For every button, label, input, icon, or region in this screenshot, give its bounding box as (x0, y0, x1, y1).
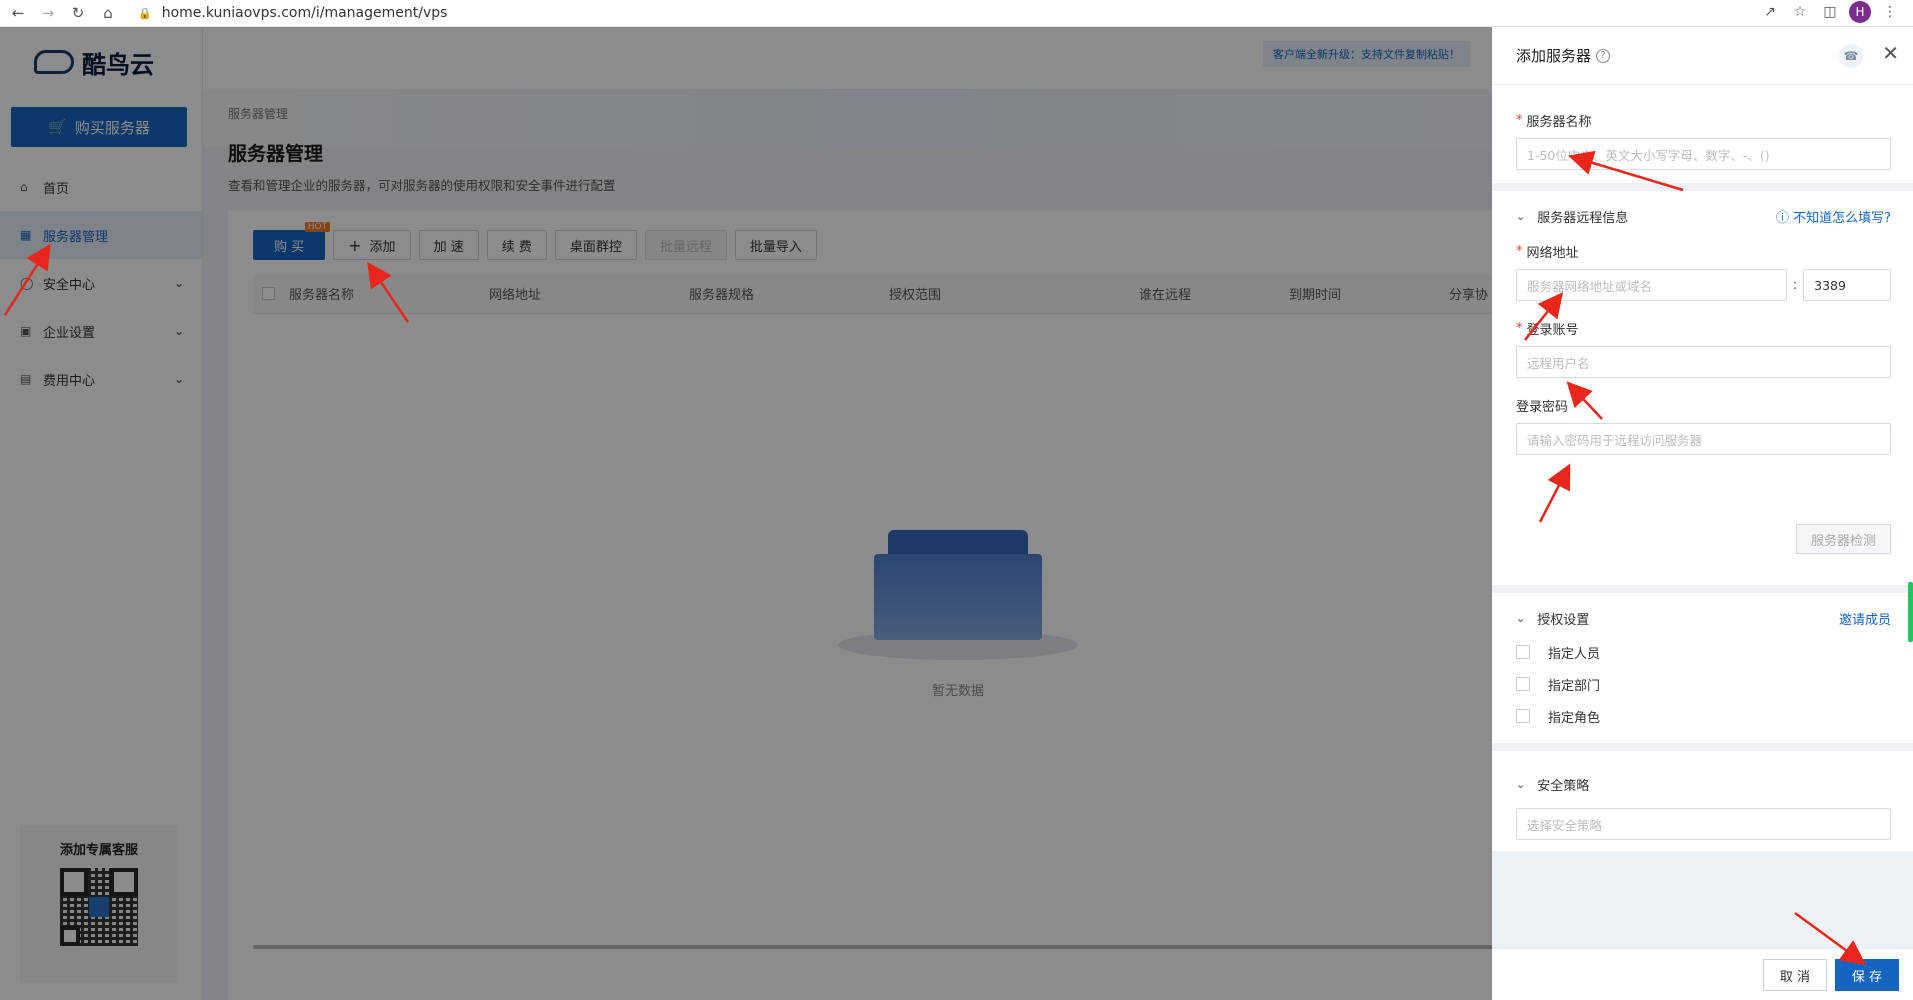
password-input[interactable]: 请输入密码用于远程访问服务器 (1516, 423, 1891, 455)
account-label: * 登录账号 (1516, 321, 1579, 338)
drawer-header: 添加服务器 ? ☎ ✕ (1492, 27, 1913, 85)
address-label: * 网络地址 (1516, 244, 1579, 261)
password-label: 登录密码 (1516, 400, 1569, 415)
chevron-down-icon: ⌄ (1516, 210, 1526, 223)
drawer-title: 添加服务器 (1516, 47, 1592, 65)
back-icon[interactable]: ← (6, 1, 30, 25)
port-separator: : (1792, 277, 1798, 293)
modal-overlay[interactable] (0, 27, 1492, 1000)
security-policy-select[interactable]: 选择安全策略 (1516, 808, 1891, 840)
reload-icon[interactable]: ↻ (66, 1, 90, 25)
close-icon[interactable]: ✕ (1882, 41, 1899, 65)
browser-toolbar: ← → ↻ ⌂ 🔒 home.kuniaovps.com/i/managemen… (0, 0, 1913, 27)
security-section-title[interactable]: ⌄ 安全策略 (1516, 775, 1891, 794)
chevron-down-icon: ⌄ (1516, 612, 1526, 625)
menu-dots-icon[interactable]: ⋮ (1875, 4, 1905, 20)
assign-person-checkbox[interactable]: 指定人员 (1516, 636, 1891, 668)
home-icon[interactable]: ⌂ (96, 1, 120, 25)
security-policy-section: ⌄ 安全策略 选择安全策略 (1492, 751, 1913, 851)
assign-department-checkbox[interactable]: 指定部门 (1516, 668, 1891, 700)
save-button[interactable]: 保 存 (1835, 959, 1899, 991)
server-detect-button[interactable]: 服务器检测 (1795, 524, 1891, 554)
profile-avatar[interactable]: H (1849, 1, 1871, 23)
invite-member-link[interactable]: 邀请成员 (1839, 609, 1891, 628)
port-input[interactable]: 3389 (1803, 269, 1891, 301)
remote-info-section: ⌄ 服务器远程信息 ⓘ 不知道怎么填写? * 网络地址 服务器网络地址或域名 : … (1492, 191, 1913, 585)
chevron-down-icon: ⌄ (1516, 778, 1526, 791)
server-name-label: * 服务器名称 (1516, 113, 1592, 130)
address-bar[interactable]: 🔒 home.kuniaovps.com/i/management/vps (138, 0, 447, 27)
auth-section: ⌄ 授权设置 邀请成员 指定人员 指定部门 指定角色 (1492, 593, 1913, 743)
add-server-drawer: 添加服务器 ? ☎ ✕ * 服务器名称 1-50位中文、英文大小写字母、数字、-、… (1492, 27, 1913, 1000)
sidepanel-icon[interactable]: ◫ (1815, 4, 1845, 20)
address-input[interactable]: 服务器网络地址或域名 (1516, 269, 1787, 301)
headset-icon[interactable]: ☎ (1839, 44, 1863, 68)
assign-role-checkbox[interactable]: 指定角色 (1516, 700, 1891, 732)
help-icon[interactable]: ? (1596, 48, 1611, 63)
server-name-input[interactable]: 1-50位中文、英文大小写字母、数字、-、() (1516, 138, 1891, 170)
auth-section-title[interactable]: ⌄ 授权设置 (1516, 609, 1891, 628)
side-scroll-indicator (1908, 582, 1913, 642)
cancel-button[interactable]: 取 消 (1763, 959, 1827, 991)
account-input[interactable]: 远程用户名 (1516, 346, 1891, 378)
lock-icon: 🔒 (138, 6, 152, 20)
drawer-footer: 取 消 保 存 (1492, 948, 1913, 1000)
question-icon: ⓘ (1775, 211, 1794, 226)
forward-icon[interactable]: → (36, 1, 60, 25)
url-text: home.kuniaovps.com/i/management/vps (161, 5, 448, 21)
star-icon[interactable]: ☆ (1785, 4, 1815, 20)
help-fill-link[interactable]: ⓘ 不知道怎么填写? (1776, 207, 1891, 226)
share-icon[interactable]: ↗ (1755, 4, 1785, 20)
server-name-section: * 服务器名称 1-50位中文、英文大小写字母、数字、-、() (1492, 85, 1913, 183)
